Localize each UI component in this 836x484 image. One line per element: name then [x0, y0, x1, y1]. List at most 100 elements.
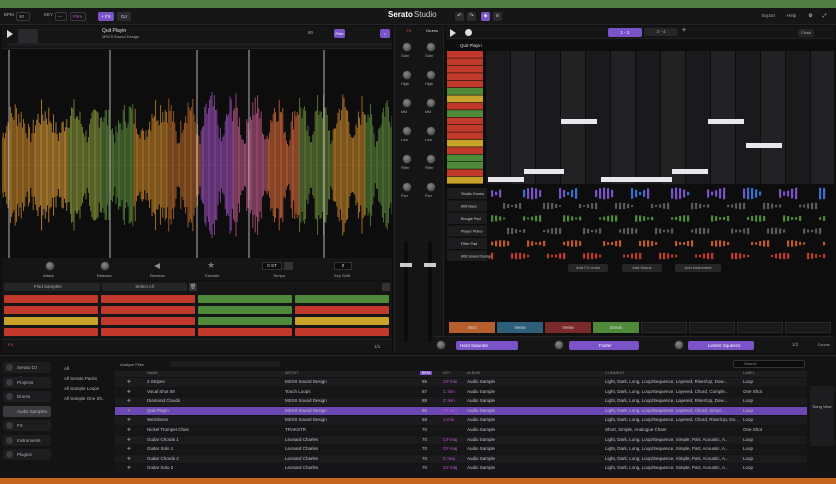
mixer-knob-left[interactable] [402, 98, 412, 108]
right-fader-handle[interactable] [424, 263, 436, 267]
piano-key[interactable] [447, 58, 483, 66]
reverse-icon[interactable] [154, 263, 160, 269]
table-row[interactable]: ✚ Quit Playin MSXII Sound Design 90 F# min Au… [115, 406, 807, 416]
sample-pad[interactable] [101, 328, 195, 336]
piano-key[interactable] [447, 132, 483, 140]
piano-key[interactable] [447, 169, 483, 177]
mixer-knob-right[interactable] [426, 182, 436, 192]
sample-pad[interactable] [295, 295, 389, 303]
col-artist[interactable]: ARTIST [285, 371, 298, 375]
find-samples-select[interactable]: Find Samples [4, 283, 100, 291]
mixer-knob-right[interactable] [426, 42, 436, 52]
col-name[interactable]: NAME [147, 371, 158, 375]
empty-scene-slot[interactable] [785, 322, 831, 333]
piano-key[interactable] [447, 88, 483, 95]
song-view-toggle[interactable]: Song View [810, 386, 834, 446]
midi-note[interactable] [561, 119, 597, 124]
sample-pad[interactable] [295, 317, 389, 325]
empty-scene-slot[interactable] [689, 322, 735, 333]
sample-pad[interactable] [198, 328, 292, 336]
col-bpm[interactable]: BPM [420, 371, 433, 375]
col-label[interactable]: LABEL [743, 371, 755, 375]
sidebar-item[interactable]: Audio Samples [3, 405, 51, 417]
sample-pad[interactable] [101, 295, 195, 303]
midi-note[interactable] [601, 177, 637, 182]
sample-pad[interactable] [198, 306, 292, 314]
tree-item[interactable]: All Sample Loops [55, 384, 105, 394]
trash-icon[interactable]: 🗑 [189, 283, 197, 291]
sample-pad[interactable] [4, 306, 98, 314]
tree-item[interactable]: All [55, 364, 105, 374]
undo-icon[interactable]: ↶ [455, 12, 464, 21]
add-fx-button[interactable]: + FX [98, 12, 114, 21]
sidebar-item[interactable]: Drums [3, 391, 51, 402]
table-row[interactable]: ✚ Nickel Trumpet Chas TRAKSTR 70 Audio Sampl… [115, 426, 807, 435]
save-icon[interactable] [382, 283, 390, 291]
mixer-knob-left[interactable] [402, 182, 412, 192]
key-value[interactable]: F#m [70, 12, 86, 21]
mixer-knob-left[interactable] [402, 154, 412, 164]
mixer-knob-right[interactable] [426, 98, 436, 108]
release-knob[interactable] [100, 261, 110, 271]
fx-knob-3[interactable] [674, 340, 684, 350]
deck-sync-button[interactable]: • [380, 29, 390, 38]
gear-icon[interactable]: ⚙ [806, 12, 815, 21]
mixer-knob-left[interactable] [402, 126, 412, 136]
grid-icon[interactable] [284, 262, 293, 270]
empty-scene-slot[interactable] [641, 322, 687, 333]
mixer-knob-right[interactable] [426, 126, 436, 136]
piano-key[interactable] [447, 176, 483, 184]
deck-overview[interactable] [7, 43, 392, 46]
scene-tab[interactable]: Verse [497, 322, 543, 333]
col-key[interactable]: KEY [443, 371, 451, 375]
fullscreen-icon[interactable]: ⤢ [820, 12, 829, 21]
record-icon[interactable] [465, 29, 472, 36]
sidebar-item[interactable]: FX [3, 420, 51, 431]
pattern-tab-2[interactable]: 3 - 4 [644, 28, 678, 36]
sidebar-item[interactable]: Serato DJ Library [3, 362, 51, 381]
piano-key[interactable] [447, 154, 483, 162]
sample-pad[interactable] [198, 317, 292, 325]
piano-key[interactable] [447, 80, 483, 88]
deck-key-badge[interactable]: F#m [334, 29, 345, 38]
attack-knob[interactable] [45, 261, 55, 271]
list-icon[interactable]: ≡ [493, 12, 502, 21]
midi-note[interactable] [672, 169, 708, 174]
mixer-knob-right[interactable] [426, 70, 436, 80]
piano-key[interactable] [447, 102, 483, 110]
table-row[interactable]: ✚ Guitar Solo 1 Leonard Charles 70 C# maj Aud… [115, 445, 807, 454]
midi-note[interactable] [488, 177, 524, 182]
tree-item[interactable]: All Sample One Sh... [55, 394, 105, 404]
piano-key[interactable] [447, 162, 483, 169]
mixer-knob-left[interactable] [402, 70, 412, 80]
select-all-button[interactable]: Select All [102, 283, 187, 291]
play-icon[interactable] [7, 30, 13, 38]
sidebar-item[interactable]: Instruments [3, 434, 51, 446]
col-album[interactable]: ALBUM [467, 371, 480, 375]
table-row[interactable]: ✚ 2 Stripes MSXII Sound Design 85 C# min Audi… [115, 378, 807, 387]
key-field[interactable]: — [55, 12, 67, 21]
midi-note[interactable] [636, 177, 672, 182]
scene-tab[interactable]: Break [593, 322, 639, 333]
piano-key[interactable] [447, 51, 483, 58]
fx-knob-2[interactable] [554, 340, 564, 350]
sample-pad[interactable] [101, 317, 195, 325]
scene-tab[interactable]: Verse [545, 322, 591, 333]
piano-key[interactable] [447, 147, 483, 154]
table-row[interactable]: ✚ Guitar Solo 2 Leonard Charles 70 C# maj Aud… [115, 464, 807, 473]
piano-key[interactable] [447, 117, 483, 125]
help-menu[interactable]: Help [787, 13, 796, 18]
sample-pad[interactable] [295, 306, 389, 314]
left-fader-track[interactable] [404, 241, 408, 341]
fx-slot-3[interactable]: Limiter Squeeze [688, 341, 754, 350]
table-row[interactable]: ✚ Weirdness MSXII Sound Design 68 A min Audio… [115, 416, 807, 425]
tree-item[interactable]: All Serato Packs [55, 374, 105, 384]
midi-note[interactable] [524, 169, 564, 174]
table-row[interactable]: ✚ Diamond Clouds MSXII Sound Design 88 C min… [115, 397, 807, 406]
fx-slot-1[interactable]: Hard Saturate [456, 341, 518, 350]
sample-pad[interactable] [4, 295, 98, 303]
mixer-knob-right[interactable] [426, 154, 436, 164]
midi-note[interactable] [746, 143, 782, 148]
sample-pad[interactable] [4, 317, 98, 325]
add-instrument-button[interactable]: Add instrument [675, 264, 721, 272]
